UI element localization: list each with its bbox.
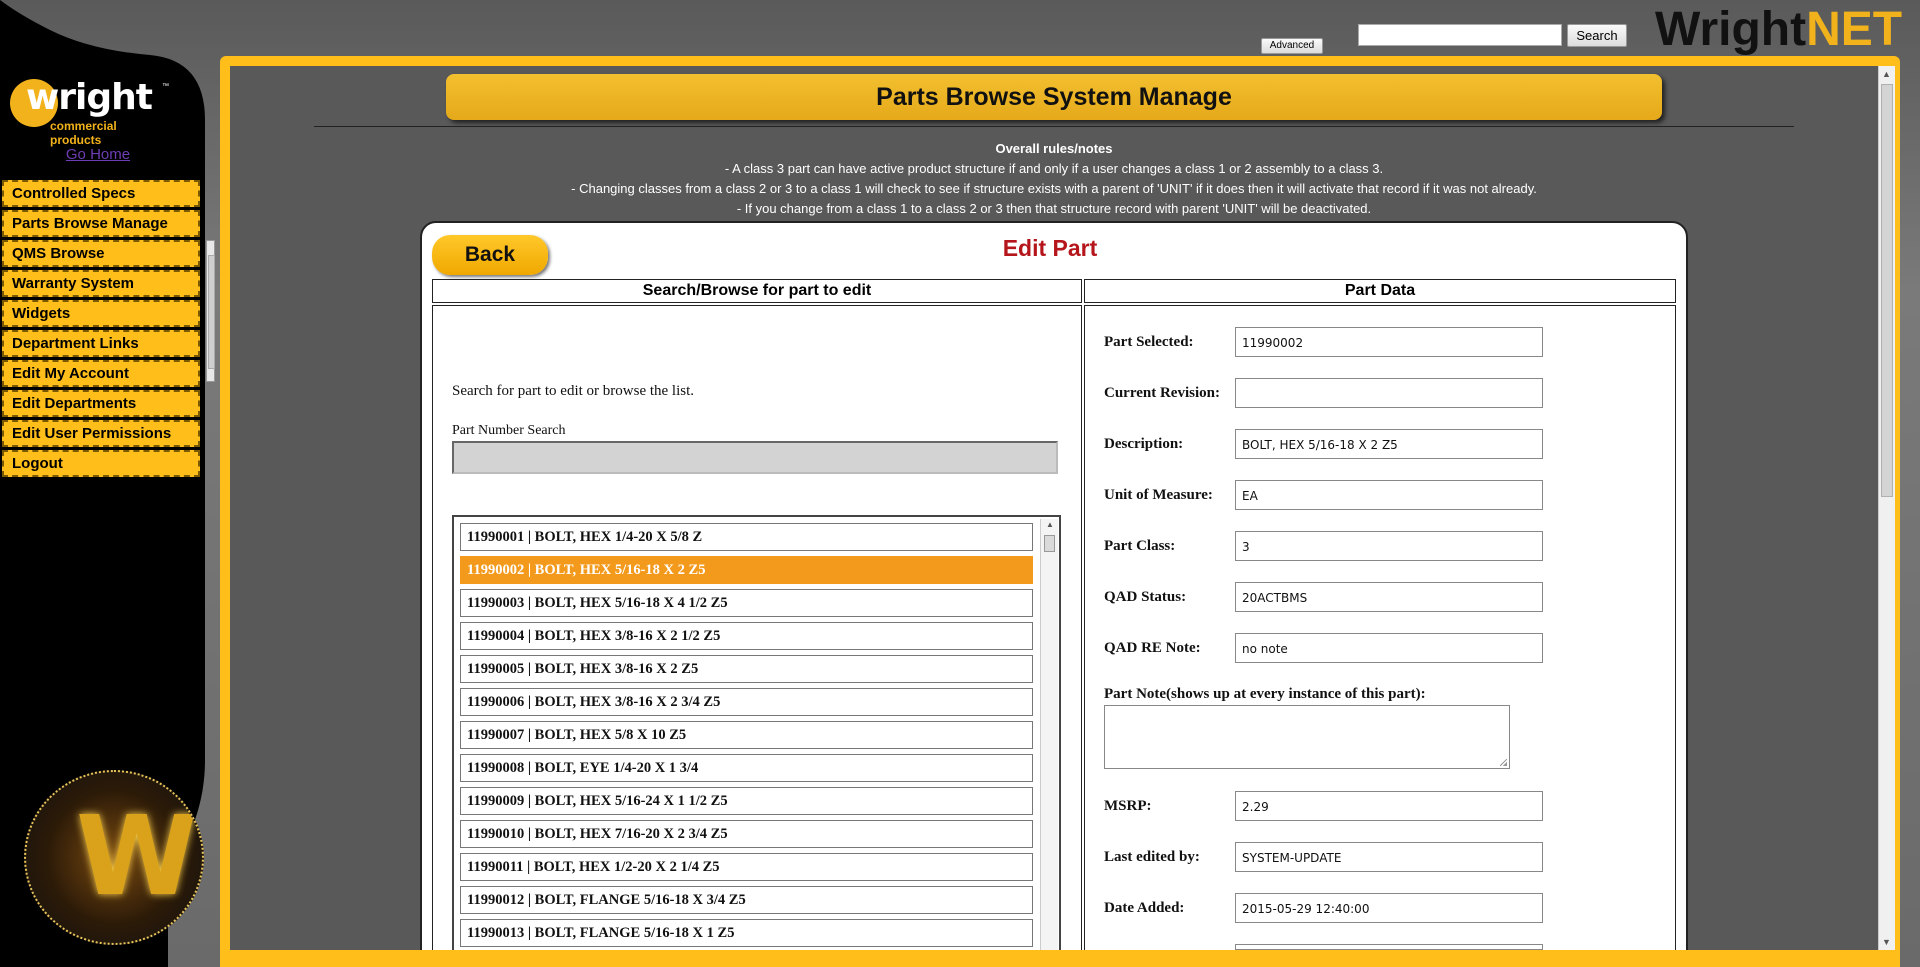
part-class-label: Part Class: — [1104, 538, 1176, 554]
part-selected-label: Part Selected: — [1104, 334, 1194, 350]
description-label: Description: — [1104, 436, 1184, 452]
sidebar-item-warranty-system[interactable]: Warranty System — [1, 269, 201, 298]
rule-line: - A class 3 part can have active product… — [724, 161, 1384, 176]
wrightnet-brand: WrightNET — [1655, 2, 1902, 57]
sidebar-scrollbar[interactable] — [206, 240, 215, 382]
edit-part-title: Edit Part — [1002, 235, 1098, 261]
rule-line: - Changing classes from a class 2 or 3 t… — [571, 181, 1537, 196]
sidebar-item-qms-browse[interactable]: QMS Browse — [1, 239, 201, 268]
part-list-item[interactable]: 11990005 | BOLT, HEX 3/8-16 X 2 Z5 — [460, 655, 1033, 683]
brand-net: NET — [1806, 3, 1903, 56]
unit-of-measure-field[interactable]: EA — [1235, 480, 1543, 510]
part-list-item[interactable]: 11990004 | BOLT, HEX 3/8-16 X 2 1/2 Z5 — [460, 622, 1033, 650]
sidebar-item-parts-browse-manage[interactable]: Parts Browse Manage — [1, 209, 201, 238]
part-list-item-selected[interactable]: 11990002 | BOLT, HEX 5/16-18 X 2 Z5 — [460, 556, 1033, 584]
frame-bottom-border — [220, 950, 1900, 967]
go-home-link[interactable]: Go Home — [0, 146, 196, 163]
part-list-item[interactable]: 11990001 | BOLT, HEX 1/4-20 X 5/8 Z — [460, 523, 1033, 551]
part-list-item[interactable]: 11990007 | BOLT, HEX 5/8 X 10 Z5 — [460, 721, 1033, 749]
sidebar: wright ™ commercial products Go Home Con… — [0, 0, 215, 967]
part-note-textarea[interactable] — [1104, 705, 1510, 769]
last-edited-by-field[interactable]: SYSTEM-UPDATE — [1235, 842, 1543, 872]
sidebar-nav: Controlled Specs Parts Browse Manage QMS… — [1, 179, 201, 480]
sidebar-item-edit-departments[interactable]: Edit Departments — [1, 389, 201, 418]
last-edited-by-label: Last edited by: — [1104, 849, 1200, 865]
brand-wright: Wright — [1655, 3, 1807, 56]
part-list-item[interactable]: 11990009 | BOLT, HEX 5/16-24 X 1 1/2 Z5 — [460, 787, 1033, 815]
part-list-item[interactable]: 11990008 | BOLT, EYE 1/4-20 X 1 3/4 — [460, 754, 1033, 782]
part-data-header: Part Data — [1084, 279, 1676, 303]
msrp-field[interactable]: 2.29 — [1235, 791, 1543, 821]
part-selected-field[interactable]: 11990002 — [1235, 327, 1543, 357]
divider — [314, 126, 1794, 127]
part-list-item[interactable]: 11990011 | BOLT, HEX 1/2-20 X 2 1/4 Z5 — [460, 853, 1033, 881]
page-title: Parts Browse System Manage — [446, 74, 1662, 120]
sidebar-item-widgets[interactable]: Widgets — [1, 299, 201, 328]
part-list-item[interactable]: 11990003 | BOLT, HEX 5/16-18 X 4 1/2 Z5 — [460, 589, 1033, 617]
content-scrollbar[interactable]: ▲ ▼ — [1878, 66, 1895, 950]
rule-line: - If you change from a class 1 to a clas… — [736, 201, 1372, 216]
unit-of-measure-label: Unit of Measure: — [1104, 487, 1213, 503]
qad-status-label: QAD Status: — [1104, 589, 1187, 605]
scroll-up-icon[interactable]: ▲ — [1046, 520, 1054, 529]
sidebar-item-edit-my-account[interactable]: Edit My Account — [1, 359, 201, 388]
current-revision-field[interactable] — [1235, 378, 1543, 408]
search-hint: Search for part to edit or browse the li… — [452, 383, 695, 399]
date-added-label: Date Added: — [1104, 900, 1185, 916]
search-button[interactable]: Search — [1567, 24, 1627, 47]
rules-notes: Overall rules/notes - A class 3 part can… — [230, 139, 1878, 219]
msrp-label: MSRP: — [1104, 798, 1152, 814]
scroll-thumb[interactable] — [1044, 535, 1055, 552]
part-list-item[interactable]: 11990006 | BOLT, HEX 3/8-16 X 2 3/4 Z5 — [460, 688, 1033, 716]
part-number-search-input[interactable] — [452, 441, 1058, 474]
qad-re-note-field[interactable]: no note — [1235, 633, 1543, 663]
sidebar-item-controlled-specs[interactable]: Controlled Specs — [1, 179, 201, 208]
scroll-up-icon[interactable]: ▲ — [1882, 69, 1891, 79]
wright-w-badge-image: W — [24, 770, 204, 945]
qad-status-field[interactable]: 20ACTBMS — [1235, 582, 1543, 612]
back-button[interactable]: Back — [432, 235, 548, 275]
scroll-thumb[interactable] — [1881, 84, 1893, 497]
current-revision-label: Current Revision: — [1104, 385, 1220, 401]
part-list-item[interactable]: 11990012 | BOLT, FLANGE 5/16-18 X 3/4 Z5 — [460, 886, 1033, 914]
part-list-item[interactable]: 11990013 | BOLT, FLANGE 5/16-18 X 1 Z5 — [460, 919, 1033, 947]
sidebar-item-department-links[interactable]: Department Links — [1, 329, 201, 358]
advanced-search-button[interactable]: Advanced — [1261, 38, 1323, 54]
sidebar-item-edit-user-permissions[interactable]: Edit User Permissions — [1, 419, 201, 448]
part-number-search-label: Part Number Search — [452, 423, 566, 438]
scroll-down-icon[interactable]: ▼ — [1882, 937, 1891, 947]
part-list-item[interactable]: 11990010 | BOLT, HEX 7/16-20 X 2 3/4 Z5 — [460, 820, 1033, 848]
search-browse-header: Search/Browse for part to edit — [432, 279, 1082, 303]
rules-title: Overall rules/notes — [995, 141, 1113, 156]
wright-logo: wright ™ commercial products — [10, 75, 170, 147]
part-note-label: Part Note(shows up at every instance of … — [1104, 686, 1426, 702]
date-added-field[interactable]: 2015-05-29 12:40:00 — [1235, 893, 1543, 923]
part-class-field[interactable]: 3 — [1235, 531, 1543, 561]
part-list-scrollbar[interactable]: ▲ — [1040, 519, 1058, 955]
sidebar-item-logout[interactable]: Logout — [1, 449, 201, 478]
qad-re-note-label: QAD RE Note: — [1104, 640, 1201, 656]
description-field[interactable]: BOLT, HEX 5/16-18 X 2 Z5 — [1235, 429, 1543, 459]
search-input[interactable] — [1358, 24, 1562, 46]
